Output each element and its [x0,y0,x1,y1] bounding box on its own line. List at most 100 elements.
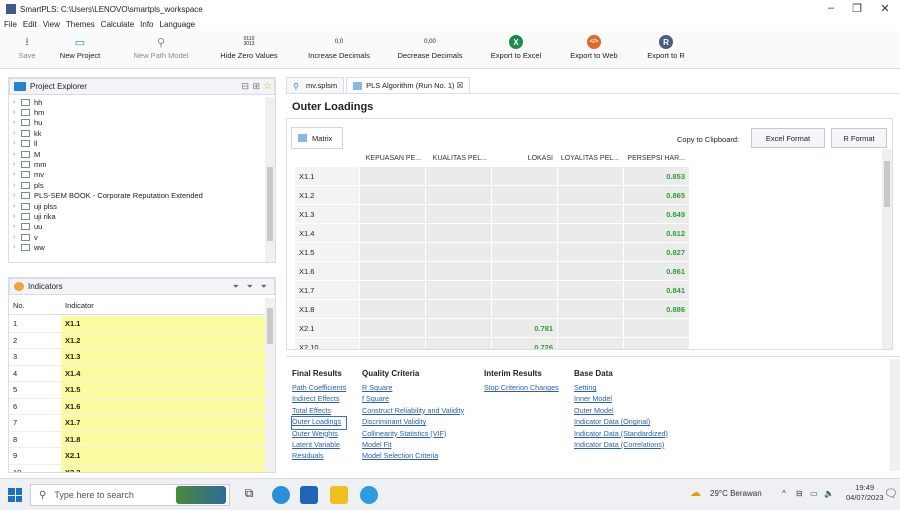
task-view-icon[interactable]: ⧉ [240,486,258,504]
project-tree-item[interactable]: › mm [9,159,267,169]
project-tree-item[interactable]: › hh [9,97,267,107]
project-tree-item[interactable]: › mv [9,170,267,180]
result-link[interactable]: Model Fit [362,440,464,451]
project-tree-item[interactable]: › kk [9,128,267,138]
result-link[interactable]: Stop Criterion Changes [484,383,559,394]
project-tree-item[interactable]: › v [9,232,267,242]
matrix-cell[interactable] [359,262,425,280]
decrease-decimals-button[interactable]: 0,00 Decrease Decimals [394,33,466,60]
indicator-row[interactable]: 4 X1.4 [9,365,267,382]
matrix-cell[interactable] [359,319,425,337]
matrix-scrollbar[interactable] [882,149,892,349]
menu-info[interactable]: Info [140,20,153,29]
star-icon[interactable]: ☆ [263,81,272,92]
result-link[interactable]: Model Selection Criteria [362,451,464,462]
network-icon[interactable]: ⊟ [796,489,803,498]
matrix-cell[interactable] [359,338,425,349]
close-icon[interactable]: ✕ [874,2,896,15]
matrix-cell[interactable] [557,167,623,185]
matrix-cell[interactable] [557,205,623,223]
indicator-row[interactable]: 8 X1.8 [9,431,267,448]
matrix-cell[interactable] [359,243,425,261]
matrix-cell[interactable]: 0.861 [623,262,689,280]
result-link[interactable]: Latent Variable [292,440,346,451]
new-project-button[interactable]: ▭ New Project [54,33,106,61]
matrix-cell[interactable] [425,281,491,299]
indicator-row[interactable]: 3 X1.3 [9,349,267,366]
matrix-cell[interactable] [491,300,557,318]
weather-text[interactable]: 29°C Berawan [710,489,762,498]
matrix-tab[interactable]: Matrix [291,127,343,149]
collapse-icon[interactable]: ⊟ [241,81,249,92]
result-link[interactable]: R Square [362,383,464,394]
project-tree-item[interactable]: › uu [9,222,267,232]
export-web-button[interactable]: </> Export to Web [564,33,624,60]
project-tree-item[interactable]: › uji rika [9,211,267,221]
matrix-cell[interactable] [491,262,557,280]
result-link[interactable]: Outer Weights [292,429,346,440]
clock[interactable]: 19:49 04/07/2023 [846,483,884,503]
project-tree-item[interactable]: › hu [9,118,267,128]
indicator-row[interactable]: 1 X1.1 [9,316,267,333]
project-tree-item[interactable]: › M [9,149,267,159]
matrix-cell[interactable] [557,319,623,337]
expand-icon[interactable]: ⊞ [252,81,260,92]
matrix-cell[interactable]: 0.827 [623,243,689,261]
tab-model[interactable]: ⚲ mv.splsm [286,77,345,93]
matrix-cell[interactable]: 0.849 [623,205,689,223]
matrix-cell[interactable] [425,186,491,204]
mail-icon[interactable] [300,486,318,504]
explorer-scrollbar[interactable] [265,97,275,262]
result-link[interactable]: Discriminant Validity [362,417,464,428]
matrix-cell[interactable] [425,243,491,261]
matrix-cell[interactable] [491,243,557,261]
hide-zero-values-button[interactable]: 0110 3013 Hide Zero Values [216,33,282,61]
results-scrollbar[interactable] [890,359,900,471]
matrix-cell[interactable]: 0.726 [491,338,557,349]
matrix-cell[interactable]: 0.781 [491,319,557,337]
matrix-cell[interactable] [425,319,491,337]
result-link[interactable]: Construct Reliability and Validity [362,406,464,417]
matrix-cell[interactable] [491,167,557,185]
matrix-cell[interactable]: 0.841 [623,281,689,299]
filter-clear-icon[interactable]: ⏷ [247,282,253,292]
result-link[interactable]: f Square [362,394,464,405]
result-link[interactable]: Indicator Data (Original) [574,417,668,428]
edge-browser-icon[interactable] [272,486,290,504]
result-link[interactable]: Outer Loadings [290,416,348,430]
matrix-cell[interactable] [623,338,689,349]
matrix-cell[interactable]: 0.865 [623,186,689,204]
result-link[interactable]: Path Coefficients [292,383,346,394]
menu-view[interactable]: View [43,20,60,29]
project-tree-item[interactable]: › hm [9,107,267,117]
matrix-cell[interactable] [359,300,425,318]
volume-icon[interactable]: 🔈 [824,489,834,498]
menu-file[interactable]: File [4,20,17,29]
matrix-cell[interactable] [491,205,557,223]
result-link[interactable]: Indicator Data (Correlations) [574,440,668,451]
result-link[interactable]: Residuals [292,451,346,462]
result-link[interactable]: Total Effects [292,406,346,417]
export-r-button[interactable]: R Export to R [640,33,692,60]
minimize-icon[interactable]: – [820,2,842,14]
result-link[interactable]: Indirect Effects [292,394,346,405]
matrix-cell[interactable] [425,338,491,349]
windows-start-icon[interactable] [8,488,22,502]
result-link[interactable]: Setting [574,383,668,394]
matrix-column-header[interactable]: LOKASI [491,149,557,167]
file-explorer-icon[interactable] [330,486,348,504]
project-tree-item[interactable]: › uji plss [9,201,267,211]
matrix-cell[interactable] [557,281,623,299]
matrix-column-header[interactable]: KEPUASAN PE... [359,149,425,167]
matrix-cell[interactable] [359,224,425,242]
matrix-column-header[interactable]: KUALITAS PEL... [425,149,491,167]
menu-calculate[interactable]: Calculate [101,20,134,29]
indicator-row[interactable]: 9 X2.1 [9,448,267,465]
result-link[interactable]: Indicator Data (Standardized) [574,429,668,440]
matrix-cell[interactable] [425,224,491,242]
smartpls-app-icon[interactable] [360,486,378,504]
menu-language[interactable]: Language [160,20,196,29]
project-tree-item[interactable]: › ll [9,139,267,149]
r-format-button[interactable]: R Format [831,128,887,148]
save-button[interactable]: ⭳ Save [14,33,40,61]
